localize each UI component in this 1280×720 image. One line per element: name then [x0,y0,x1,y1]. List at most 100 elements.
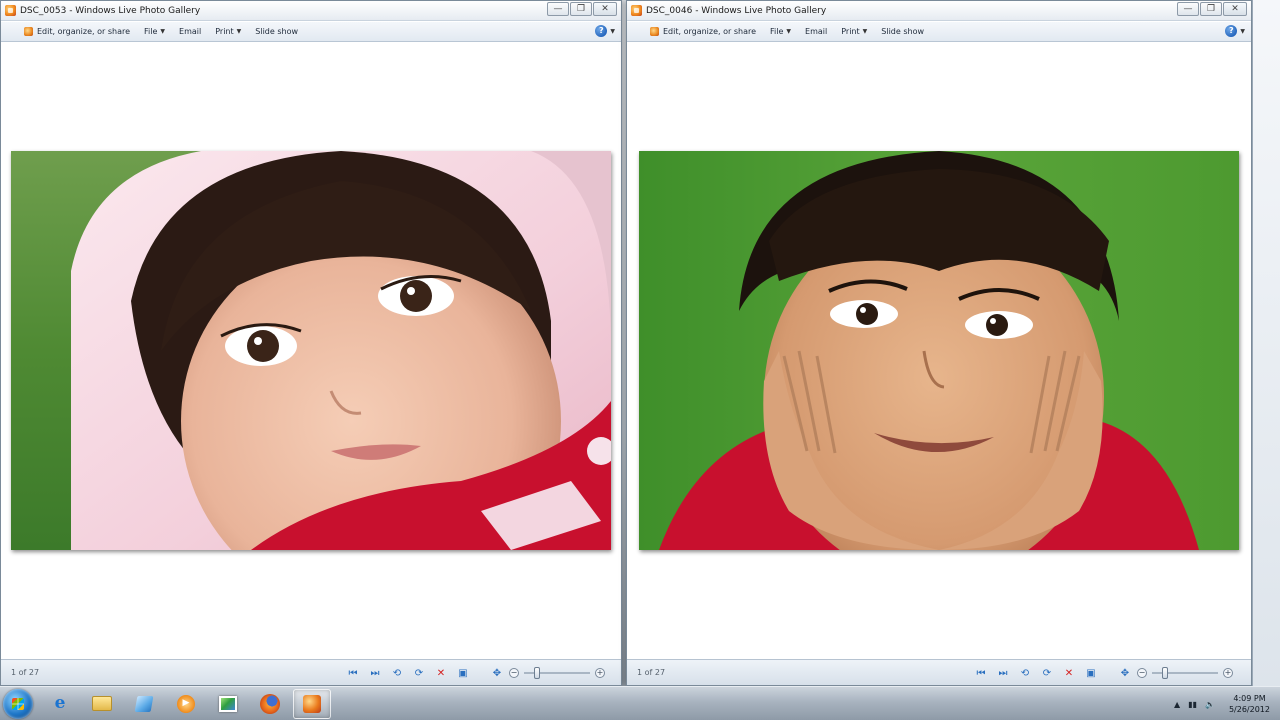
email-button[interactable]: Email [172,24,208,40]
delete-icon: ✕ [436,667,446,679]
next-button[interactable]: ⏭ [365,665,385,681]
delete-button[interactable]: ✕ [431,665,451,681]
rotate-right-icon: ⟳ [1042,667,1052,679]
taskbar: e ▶ ▲ ▮▮ 🔈 4:09 PM 5/26/2012 [0,686,1280,720]
internet-explorer-icon: e [54,693,66,713]
actual-size-button[interactable]: ✥ [487,665,507,681]
slide-show-icon: ▣ [1086,667,1096,679]
restore-button[interactable]: ❐ [570,2,592,16]
caption-buttons: — ❐ ✕ [547,2,617,16]
close-button[interactable]: ✕ [593,2,617,16]
zoom-slider-thumb[interactable] [534,667,540,679]
play-slide-show-button[interactable]: ▣ [1081,665,1101,681]
chevron-down-icon: ▼ [862,28,868,35]
rotate-left-button[interactable]: ⟲ [387,665,407,681]
file-menu[interactable]: File ▼ [137,24,172,40]
edit-organize-share-button[interactable]: Edit, organize, or share [17,24,137,40]
live-photo-gallery-icon [303,694,321,713]
volume-icon[interactable]: 🔈 [1205,700,1215,709]
start-button[interactable] [3,688,33,719]
chevron-down-icon: ▼ [786,28,792,35]
file-menu-label: File [144,27,158,36]
help-icon: ? [1225,25,1238,37]
title-bar[interactable]: DSC_0053 - Windows Live Photo Gallery — … [1,1,621,21]
status-bar: 1 of 27 ⏮ ⏭ ⟲ ⟳ ✕ ▣ ✥ − + [1,659,621,685]
previous-button[interactable]: ⏮ [971,665,991,681]
delete-icon: ✕ [1064,667,1074,679]
slide-show-button[interactable]: Slide show [248,24,305,40]
media-player-icon: ▶ [177,694,195,713]
email-button[interactable]: Email [798,24,834,40]
zoom-slider[interactable] [1152,667,1218,679]
delete-button[interactable]: ✕ [1059,665,1079,681]
file-menu-label: File [770,27,784,36]
network-icon[interactable]: ▮▮ [1188,700,1197,709]
caption-buttons: — ❐ ✕ [1177,2,1247,16]
photo-viewer [627,43,1251,659]
clock-date: 5/26/2012 [1228,705,1270,714]
windows-live-icon [134,695,154,712]
photo-gallery-icon [5,5,16,16]
zoom-out-button[interactable]: − [1137,668,1147,678]
rotate-right-button[interactable]: ⟳ [1037,665,1057,681]
print-menu-label: Print [215,27,234,36]
file-menu[interactable]: File ▼ [763,24,798,40]
help-button[interactable]: ? ▼ [595,25,615,37]
minimize-button[interactable]: — [1177,2,1199,16]
taskbar-windows-explorer[interactable] [83,689,121,719]
edit-organize-share-button[interactable]: Edit, organize, or share [643,24,763,40]
title-bar[interactable]: DSC_0046 - Windows Live Photo Gallery — … [627,1,1251,21]
edit-organize-share-label: Edit, organize, or share [663,27,757,36]
show-hidden-icons-button[interactable]: ▲ [1174,700,1180,709]
next-button[interactable]: ⏭ [993,665,1013,681]
rotate-right-icon: ⟳ [414,667,424,679]
zoom-slider[interactable] [524,667,590,679]
help-button[interactable]: ? ▼ [1225,25,1245,37]
viewer-controls: ⏮ ⏭ ⟲ ⟳ ✕ ▣ ✥ − + [343,665,605,681]
minimize-button[interactable]: — [547,2,569,16]
slide-show-button[interactable]: Slide show [874,24,931,40]
chevron-down-icon: ▼ [160,28,166,35]
firefox-icon [260,693,280,714]
taskbar-firefox[interactable] [251,689,289,719]
rotate-left-button[interactable]: ⟲ [1015,665,1035,681]
page-count: 1 of 27 [11,668,40,677]
restore-button[interactable]: ❐ [1200,2,1222,16]
close-button[interactable]: ✕ [1223,2,1247,16]
taskbar-media-player[interactable]: ▶ [167,689,205,719]
taskbar-live-photo-gallery[interactable] [293,688,331,719]
photo-viewer [1,43,621,659]
zoom-out-button[interactable]: − [509,668,519,678]
taskbar-photo-gallery[interactable] [209,689,247,719]
print-menu-label: Print [841,27,860,36]
photo-boy-hands-on-cheeks [639,151,1239,550]
zoom-in-button[interactable]: + [595,668,605,678]
help-icon: ? [595,25,608,37]
photo-gallery-window-left: DSC_0053 - Windows Live Photo Gallery — … [0,0,622,686]
rotate-left-icon: ⟲ [392,667,402,679]
email-label: Email [805,27,828,36]
system-tray: ▲ ▮▮ 🔈 4:09 PM 5/26/2012 [1174,687,1270,720]
status-bar: 1 of 27 ⏮ ⏭ ⟲ ⟳ ✕ ▣ ✥ − + [627,659,1251,685]
slide-show-label: Slide show [255,27,299,36]
previous-button[interactable]: ⏮ [343,665,363,681]
taskbar-internet-explorer[interactable]: e [41,689,79,719]
clock[interactable]: 4:09 PM 5/26/2012 [1229,693,1270,715]
chevron-down-icon: ▼ [236,28,242,35]
slide-show-icon: ▣ [458,667,468,679]
zoom-slider-thumb[interactable] [1162,667,1168,679]
edit-organize-share-label: Edit, organize, or share [37,27,131,36]
print-menu[interactable]: Print ▼ [208,24,248,40]
next-icon: ⏭ [998,667,1008,679]
background-window-edge [1252,0,1280,686]
rotate-right-button[interactable]: ⟳ [409,665,429,681]
photo-gallery-icon [631,5,642,16]
play-slide-show-button[interactable]: ▣ [453,665,473,681]
actual-size-button[interactable]: ✥ [1115,665,1135,681]
rotate-left-icon: ⟲ [1020,667,1030,679]
viewer-controls: ⏮ ⏭ ⟲ ⟳ ✕ ▣ ✥ − + [971,665,1233,681]
taskbar-windows-live[interactable] [125,689,163,719]
actual-size-icon: ✥ [492,667,502,679]
zoom-in-button[interactable]: + [1223,668,1233,678]
print-menu[interactable]: Print ▼ [834,24,874,40]
